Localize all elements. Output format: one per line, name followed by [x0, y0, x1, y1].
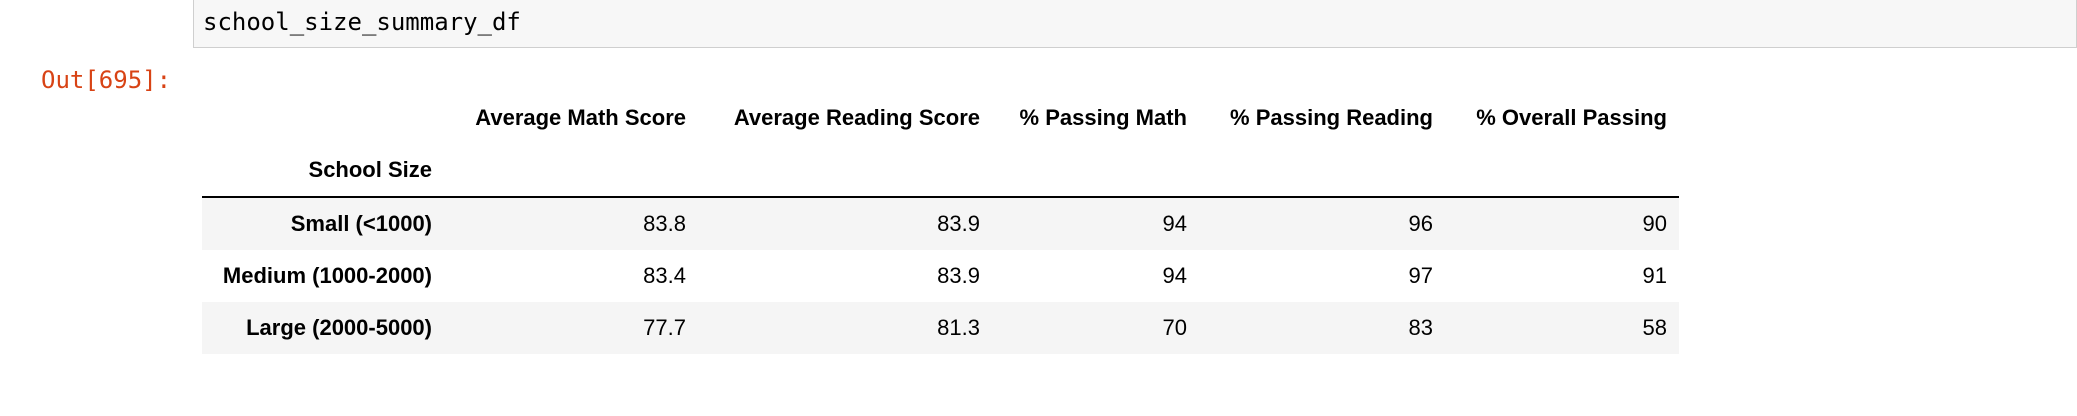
table-cell: 81.3 — [937, 315, 980, 340]
column-header: Average Math Score — [475, 105, 686, 130]
empty-header-cell — [992, 144, 1199, 198]
table-cell: 83.4 — [643, 263, 686, 288]
table-cell: 83.9 — [937, 263, 980, 288]
empty-header-cell — [1445, 144, 1679, 198]
table-cell: 97 — [1408, 263, 1433, 288]
column-header-row: Average Math Score Average Reading Score… — [202, 92, 1679, 144]
table-cell: 77.7 — [643, 315, 686, 340]
index-name: School Size — [202, 144, 444, 198]
index-corner-cell — [202, 92, 444, 144]
table-row: Large (2000-5000) 77.7 81.3 70 83 58 — [202, 302, 1679, 354]
row-index-label: Medium (1000-2000) — [222, 263, 432, 288]
table-cell: 96 — [1408, 211, 1433, 236]
code-text[interactable]: school_size_summary_df — [203, 8, 521, 36]
table-cell: 94 — [1162, 263, 1187, 288]
table-cell: 58 — [1642, 315, 1667, 340]
table-row: Medium (1000-2000) 83.4 83.9 94 97 91 — [202, 250, 1679, 302]
table-cell: 83.9 — [937, 211, 980, 236]
table-cell: 83 — [1408, 315, 1433, 340]
code-input-cell[interactable]: school_size_summary_df — [193, 0, 2077, 48]
column-header: % Passing Reading — [1230, 105, 1433, 130]
table-cell: 94 — [1162, 211, 1187, 236]
column-header: % Passing Math — [1019, 105, 1187, 130]
table-row: Small (<1000) 83.8 83.9 94 96 90 — [202, 197, 1679, 250]
empty-header-cell — [444, 144, 698, 198]
empty-header-cell — [698, 144, 992, 198]
column-header: % Overall Passing — [1476, 105, 1667, 130]
table-cell: 91 — [1642, 263, 1667, 288]
row-index-label: Large (2000-5000) — [246, 315, 432, 340]
table-cell: 90 — [1642, 211, 1667, 236]
column-header: Average Reading Score — [733, 105, 980, 130]
empty-header-cell — [1199, 144, 1445, 198]
table-cell: 70 — [1162, 315, 1187, 340]
dataframe-table: Average Math Score Average Reading Score… — [202, 92, 1679, 354]
table-cell: 83.8 — [643, 211, 686, 236]
output-prompt: Out[695]: — [41, 66, 172, 94]
row-index-label: Small (<1000) — [290, 211, 432, 236]
index-name-row: School Size — [202, 144, 1679, 198]
